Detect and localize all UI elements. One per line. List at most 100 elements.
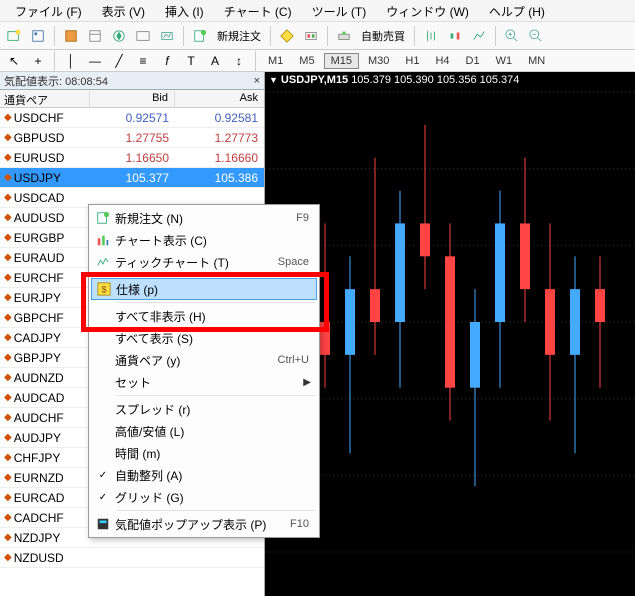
symbol-row-usdjpy[interactable]: ◆USDJPY 105.377 105.386	[0, 168, 264, 188]
ctx-sets[interactable]: セット ▶	[91, 371, 317, 393]
bar-chart-icon[interactable]	[420, 25, 442, 47]
menu-view[interactable]: 表示 (V)	[92, 0, 155, 21]
menu-insert[interactable]: 挿入 (I)	[155, 0, 214, 21]
menu-tools[interactable]: ツール (T)	[302, 0, 377, 21]
chart-area[interactable]: ▼ USDJPY,M15 105.379 105.390 105.356 105…	[265, 72, 635, 596]
data-window-icon[interactable]	[84, 25, 106, 47]
ctx-spec[interactable]: $ 仕様 (p)	[91, 278, 317, 300]
arrows-icon[interactable]: ↕	[228, 50, 250, 72]
text-icon[interactable]: T	[180, 50, 202, 72]
tf-m1[interactable]: M1	[261, 53, 290, 69]
ctx-chart-display[interactable]: チャート表示 (C)	[91, 229, 317, 251]
ctx-hide-all[interactable]: すべて非表示 (H)	[91, 305, 317, 327]
popup-icon	[91, 517, 115, 531]
arrow-icon: ◆	[4, 152, 12, 163]
text-label-icon[interactable]: A	[204, 50, 226, 72]
ctx-show-all[interactable]: すべて表示 (S)	[91, 327, 317, 349]
tf-d1[interactable]: D1	[459, 53, 487, 69]
ctx-symbols-shortcut: Ctrl+U	[278, 354, 309, 366]
symbol-label: AUDNZD	[14, 371, 64, 385]
horizontal-line-icon[interactable]: —	[84, 50, 106, 72]
toolbar-separator	[414, 26, 415, 46]
bid-value: 1.27755	[90, 131, 175, 145]
symbol-row-gbpusd[interactable]: ◆GBPUSD 1.27755 1.27773	[0, 128, 264, 148]
strategy-tester-icon[interactable]	[156, 25, 178, 47]
zoom-out-icon[interactable]	[525, 25, 547, 47]
arrow-icon: ◆	[4, 192, 12, 203]
ask-value: 1.27773	[175, 131, 264, 145]
tf-mn[interactable]: MN	[521, 53, 552, 69]
symbol-row-eurusd[interactable]: ◆EURUSD 1.16650 1.16660	[0, 148, 264, 168]
symbol-row-usdchf[interactable]: ◆USDCHF 0.92571 0.92581	[0, 108, 264, 128]
profile-icon[interactable]	[27, 25, 49, 47]
crosshair-icon[interactable]: +	[27, 50, 49, 72]
menu-chart[interactable]: チャート (C)	[214, 0, 302, 21]
ctx-tick-chart-shortcut: Space	[278, 256, 309, 268]
ctx-new-order[interactable]: 新規注文 (N) F9	[91, 207, 317, 229]
ctx-sets-label: セット	[115, 374, 309, 391]
candle-chart-icon[interactable]	[444, 25, 466, 47]
menu-window[interactable]: ウィンドウ (W)	[376, 0, 479, 21]
arrow-icon: ◆	[4, 372, 12, 383]
arrow-icon: ◆	[4, 492, 12, 503]
ctx-popup-shortcut: F10	[290, 518, 309, 530]
trendline-icon[interactable]: ╱	[108, 50, 130, 72]
arrow-icon: ◆	[4, 232, 12, 243]
ctx-tick-chart[interactable]: ティックチャート (T) Space	[91, 251, 317, 273]
tf-h4[interactable]: H4	[428, 53, 456, 69]
new-order-label[interactable]: 新規注文	[213, 28, 265, 44]
col-symbol-header[interactable]: 通貨ペア	[0, 90, 90, 107]
col-bid-header[interactable]: Bid	[90, 90, 175, 107]
tf-h1[interactable]: H1	[398, 53, 426, 69]
vertical-line-icon[interactable]: │	[60, 50, 82, 72]
arrow-icon: ◆	[4, 252, 12, 263]
arrow-icon: ◆	[4, 392, 12, 403]
ctx-time[interactable]: 時間 (m)	[91, 442, 317, 464]
tf-m5[interactable]: M5	[292, 53, 321, 69]
zoom-in-icon[interactable]	[501, 25, 523, 47]
toolbar-separator	[54, 51, 55, 71]
ctx-popup[interactable]: 気配値ポップアップ表示 (P) F10	[91, 513, 317, 535]
options-icon[interactable]	[300, 25, 322, 47]
ctx-spread-label: スプレッド (r)	[115, 401, 309, 418]
spec-icon: $	[92, 282, 116, 296]
metaeditor-icon[interactable]	[276, 25, 298, 47]
ctx-highlow[interactable]: 高値/安値 (L)	[91, 420, 317, 442]
autotrade-icon[interactable]	[333, 25, 355, 47]
ctx-spread[interactable]: スプレッド (r)	[91, 398, 317, 420]
tf-m15[interactable]: M15	[324, 53, 359, 69]
navigator-icon[interactable]	[108, 25, 130, 47]
new-chart-icon[interactable]	[3, 25, 25, 47]
ctx-grid[interactable]: ✓ グリッド (G)	[91, 486, 317, 508]
tf-m30[interactable]: M30	[361, 53, 396, 69]
new-order-icon[interactable]	[189, 25, 211, 47]
ctx-spec-label: 仕様 (p)	[116, 281, 308, 298]
symbol-row-nzdusd[interactable]: ◆NZDUSD	[0, 548, 264, 568]
arrow-icon: ◆	[4, 512, 12, 523]
symbol-label: EURCHF	[14, 271, 64, 285]
menu-help[interactable]: ヘルプ (H)	[479, 0, 555, 21]
menubar: ファイル (F) 表示 (V) 挿入 (I) チャート (C) ツール (T) …	[0, 0, 635, 22]
market-watch-icon[interactable]	[60, 25, 82, 47]
channel-icon[interactable]: ≡	[132, 50, 154, 72]
context-menu: 新規注文 (N) F9 チャート表示 (C) ティックチャート (T) Spac…	[88, 204, 320, 538]
tf-w1[interactable]: W1	[489, 53, 520, 69]
col-ask-header[interactable]: Ask	[175, 90, 264, 107]
menu-file[interactable]: ファイル (F)	[5, 0, 92, 21]
terminal-icon[interactable]	[132, 25, 154, 47]
fibonacci-icon[interactable]: f	[156, 50, 178, 72]
toolbar-separator	[183, 26, 184, 46]
ctx-symbols[interactable]: 通貨ペア (y) Ctrl+U	[91, 349, 317, 371]
arrow-icon: ◆	[4, 352, 12, 363]
market-watch-title-text: 気配値表示: 08:08:54	[4, 73, 108, 89]
arrow-icon: ◆	[4, 292, 12, 303]
ctx-popup-label: 気配値ポップアップ表示 (P)	[115, 516, 290, 533]
symbol-label: GBPUSD	[14, 131, 65, 145]
cursor-icon[interactable]: ↖	[3, 50, 25, 72]
line-chart-icon[interactable]	[468, 25, 490, 47]
new-order-icon	[91, 211, 115, 225]
ctx-autoarrange[interactable]: ✓ 自動整列 (A)	[91, 464, 317, 486]
close-icon[interactable]: ×	[254, 75, 260, 87]
autotrade-label[interactable]: 自動売買	[357, 28, 409, 44]
arrow-icon: ◆	[4, 412, 12, 423]
